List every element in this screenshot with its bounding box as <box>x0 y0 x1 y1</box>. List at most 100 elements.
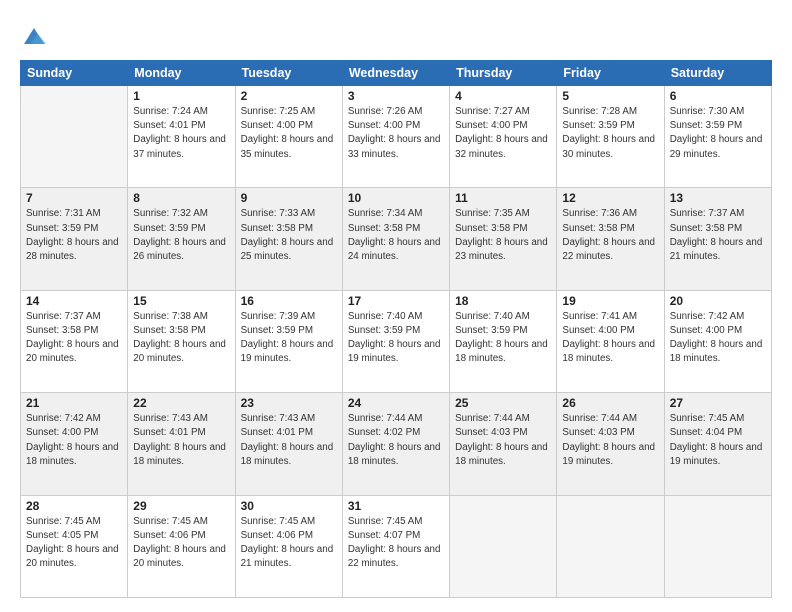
day-number: 5 <box>562 89 658 103</box>
calendar-cell-w0-d6: 6 Sunrise: 7:30 AM Sunset: 3:59 PM Daylig… <box>664 86 771 188</box>
day-info: Sunrise: 7:42 AM Sunset: 4:00 PM Dayligh… <box>670 310 766 367</box>
day-info: Sunrise: 7:44 AM Sunset: 4:03 PM Dayligh… <box>562 412 658 469</box>
calendar-week-1: 7 Sunrise: 7:31 AM Sunset: 3:59 PM Daylig… <box>21 188 772 290</box>
day-number: 13 <box>670 191 766 205</box>
calendar-cell-w2-d5: 19 Sunrise: 7:41 AM Sunset: 4:00 PM Dayli… <box>557 290 664 392</box>
day-info: Sunrise: 7:44 AM Sunset: 4:02 PM Dayligh… <box>348 412 444 469</box>
day-number: 26 <box>562 396 658 410</box>
day-info: Sunrise: 7:36 AM Sunset: 3:58 PM Dayligh… <box>562 207 658 264</box>
day-number: 25 <box>455 396 551 410</box>
day-number: 10 <box>348 191 444 205</box>
day-number: 1 <box>133 89 229 103</box>
day-info: Sunrise: 7:37 AM Sunset: 3:58 PM Dayligh… <box>670 207 766 264</box>
day-number: 15 <box>133 294 229 308</box>
calendar-cell-w4-d1: 29Sunrise: 7:45 AM Sunset: 4:06 PM Dayli… <box>128 495 235 597</box>
calendar-cell-w2-d0: 14Sunrise: 7:37 AM Sunset: 3:58 PM Dayli… <box>21 290 128 392</box>
calendar-cell-w1-d1: 8Sunrise: 7:32 AM Sunset: 3:59 PM Daylig… <box>128 188 235 290</box>
calendar-cell-w1-d2: 9 Sunrise: 7:33 AM Sunset: 3:58 PM Daylig… <box>235 188 342 290</box>
day-info: Sunrise: 7:30 AM Sunset: 3:59 PM Dayligh… <box>670 105 766 162</box>
day-info: Sunrise: 7:45 AM Sunset: 4:04 PM Dayligh… <box>670 412 766 469</box>
day-info: Sunrise: 7:35 AM Sunset: 3:58 PM Dayligh… <box>455 207 551 264</box>
day-info: Sunrise: 7:39 AM Sunset: 3:59 PM Dayligh… <box>241 310 337 367</box>
day-info: Sunrise: 7:45 AM Sunset: 4:06 PM Dayligh… <box>241 515 337 572</box>
weekday-saturday: Saturday <box>664 61 771 86</box>
calendar-cell-w1-d3: 10Sunrise: 7:34 AM Sunset: 3:58 PM Dayli… <box>342 188 449 290</box>
calendar-cell-w4-d0: 28 Sunrise: 7:45 AM Sunset: 4:05 PM Dayli… <box>21 495 128 597</box>
calendar-cell-w3-d0: 21 Sunrise: 7:42 AM Sunset: 4:00 PM Dayli… <box>21 393 128 495</box>
weekday-tuesday: Tuesday <box>235 61 342 86</box>
day-info: Sunrise: 7:43 AM Sunset: 4:01 PM Dayligh… <box>241 412 337 469</box>
day-number: 6 <box>670 89 766 103</box>
calendar-cell-w0-d0 <box>21 86 128 188</box>
day-number: 7 <box>26 191 122 205</box>
calendar-cell-w2-d4: 18 Sunrise: 7:40 AM Sunset: 3:59 PM Dayli… <box>450 290 557 392</box>
day-info: Sunrise: 7:38 AM Sunset: 3:58 PM Dayligh… <box>133 310 229 367</box>
day-info: Sunrise: 7:44 AM Sunset: 4:03 PM Dayligh… <box>455 412 551 469</box>
calendar-week-0: 1 Sunrise: 7:24 AM Sunset: 4:01 PM Daylig… <box>21 86 772 188</box>
day-number: 19 <box>562 294 658 308</box>
day-info: Sunrise: 7:33 AM Sunset: 3:58 PM Dayligh… <box>241 207 337 264</box>
day-info: Sunrise: 7:27 AM Sunset: 4:00 PM Dayligh… <box>455 105 551 162</box>
weekday-wednesday: Wednesday <box>342 61 449 86</box>
day-number: 31 <box>348 499 444 513</box>
day-info: Sunrise: 7:24 AM Sunset: 4:01 PM Dayligh… <box>133 105 229 162</box>
day-number: 21 <box>26 396 122 410</box>
day-info: Sunrise: 7:28 AM Sunset: 3:59 PM Dayligh… <box>562 105 658 162</box>
weekday-sunday: Sunday <box>21 61 128 86</box>
calendar-cell-w0-d4: 4 Sunrise: 7:27 AM Sunset: 4:00 PM Daylig… <box>450 86 557 188</box>
calendar-cell-w0-d1: 1 Sunrise: 7:24 AM Sunset: 4:01 PM Daylig… <box>128 86 235 188</box>
weekday-friday: Friday <box>557 61 664 86</box>
calendar-cell-w2-d3: 17Sunrise: 7:40 AM Sunset: 3:59 PM Dayli… <box>342 290 449 392</box>
day-info: Sunrise: 7:40 AM Sunset: 3:59 PM Dayligh… <box>455 310 551 367</box>
header <box>20 18 772 50</box>
calendar-cell-w3-d4: 25 Sunrise: 7:44 AM Sunset: 4:03 PM Dayli… <box>450 393 557 495</box>
day-number: 16 <box>241 294 337 308</box>
calendar-cell-w2-d2: 16 Sunrise: 7:39 AM Sunset: 3:59 PM Dayli… <box>235 290 342 392</box>
day-number: 12 <box>562 191 658 205</box>
day-number: 27 <box>670 396 766 410</box>
day-info: Sunrise: 7:45 AM Sunset: 4:07 PM Dayligh… <box>348 515 444 572</box>
weekday-monday: Monday <box>128 61 235 86</box>
day-info: Sunrise: 7:31 AM Sunset: 3:59 PM Dayligh… <box>26 207 122 264</box>
calendar-cell-w1-d5: 12 Sunrise: 7:36 AM Sunset: 3:58 PM Dayli… <box>557 188 664 290</box>
day-number: 24 <box>348 396 444 410</box>
calendar-table: SundayMondayTuesdayWednesdayThursdayFrid… <box>20 60 772 598</box>
day-number: 9 <box>241 191 337 205</box>
day-info: Sunrise: 7:45 AM Sunset: 4:05 PM Dayligh… <box>26 515 122 572</box>
weekday-header-row: SundayMondayTuesdayWednesdayThursdayFrid… <box>21 61 772 86</box>
day-number: 2 <box>241 89 337 103</box>
calendar-cell-w1-d6: 13 Sunrise: 7:37 AM Sunset: 3:58 PM Dayli… <box>664 188 771 290</box>
calendar-week-3: 21 Sunrise: 7:42 AM Sunset: 4:00 PM Dayli… <box>21 393 772 495</box>
calendar-cell-w4-d6 <box>664 495 771 597</box>
day-info: Sunrise: 7:37 AM Sunset: 3:58 PM Dayligh… <box>26 310 122 367</box>
day-number: 23 <box>241 396 337 410</box>
calendar-cell-w4-d3: 31 Sunrise: 7:45 AM Sunset: 4:07 PM Dayli… <box>342 495 449 597</box>
day-number: 11 <box>455 191 551 205</box>
logo <box>20 22 52 50</box>
calendar-cell-w4-d5 <box>557 495 664 597</box>
calendar-cell-w2-d6: 20Sunrise: 7:42 AM Sunset: 4:00 PM Dayli… <box>664 290 771 392</box>
day-info: Sunrise: 7:43 AM Sunset: 4:01 PM Dayligh… <box>133 412 229 469</box>
calendar-week-4: 28 Sunrise: 7:45 AM Sunset: 4:05 PM Dayli… <box>21 495 772 597</box>
calendar-cell-w2-d1: 15 Sunrise: 7:38 AM Sunset: 3:58 PM Dayli… <box>128 290 235 392</box>
page: SundayMondayTuesdayWednesdayThursdayFrid… <box>0 0 792 612</box>
day-info: Sunrise: 7:32 AM Sunset: 3:59 PM Dayligh… <box>133 207 229 264</box>
calendar-cell-w3-d1: 22Sunrise: 7:43 AM Sunset: 4:01 PM Dayli… <box>128 393 235 495</box>
day-info: Sunrise: 7:41 AM Sunset: 4:00 PM Dayligh… <box>562 310 658 367</box>
day-number: 29 <box>133 499 229 513</box>
day-number: 18 <box>455 294 551 308</box>
calendar-cell-w1-d4: 11 Sunrise: 7:35 AM Sunset: 3:58 PM Dayli… <box>450 188 557 290</box>
calendar-week-2: 14Sunrise: 7:37 AM Sunset: 3:58 PM Dayli… <box>21 290 772 392</box>
day-number: 30 <box>241 499 337 513</box>
logo-icon <box>20 22 48 50</box>
calendar-cell-w3-d2: 23 Sunrise: 7:43 AM Sunset: 4:01 PM Dayli… <box>235 393 342 495</box>
calendar-cell-w3-d3: 24 Sunrise: 7:44 AM Sunset: 4:02 PM Dayli… <box>342 393 449 495</box>
day-info: Sunrise: 7:42 AM Sunset: 4:00 PM Dayligh… <box>26 412 122 469</box>
day-number: 3 <box>348 89 444 103</box>
day-number: 4 <box>455 89 551 103</box>
calendar-cell-w4-d2: 30 Sunrise: 7:45 AM Sunset: 4:06 PM Dayli… <box>235 495 342 597</box>
calendar-cell-w0-d5: 5 Sunrise: 7:28 AM Sunset: 3:59 PM Daylig… <box>557 86 664 188</box>
day-number: 28 <box>26 499 122 513</box>
day-info: Sunrise: 7:40 AM Sunset: 3:59 PM Dayligh… <box>348 310 444 367</box>
calendar-cell-w3-d5: 26 Sunrise: 7:44 AM Sunset: 4:03 PM Dayli… <box>557 393 664 495</box>
